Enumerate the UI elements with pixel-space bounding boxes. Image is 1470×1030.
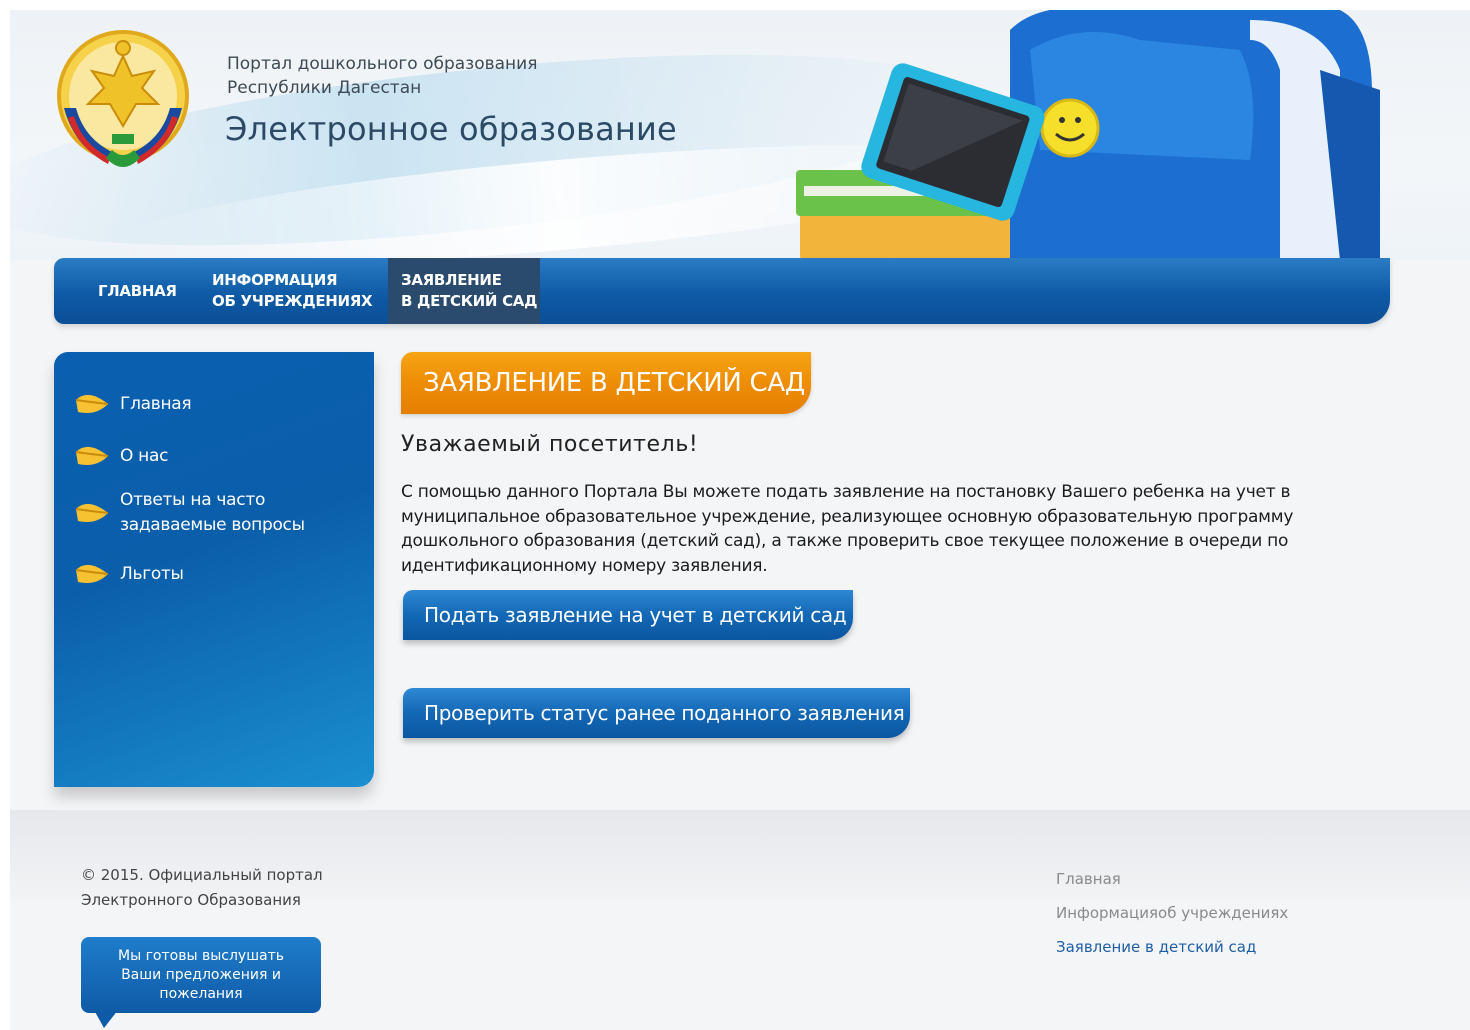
dagestan-emblem-icon	[57, 30, 189, 167]
nav-kindergarten-application[interactable]: ЗАЯВЛЕНИЕ В ДЕТСКИЙ САД	[388, 258, 540, 324]
header: Портал дошкольного образования Республик…	[10, 10, 1470, 260]
portal-subtitle-line1: Портал дошкольного образования	[227, 54, 538, 74]
portal-title: Электронное образование	[225, 110, 677, 148]
nav-home[interactable]: ГЛАВНАЯ	[98, 258, 177, 324]
sidebar-item-label: О нас	[120, 445, 169, 466]
leaf-icon	[75, 446, 109, 465]
portal-subtitle: Портал дошкольного образования Республик…	[227, 52, 647, 100]
nav-apply-label-line2: В ДЕТСКИЙ САД	[401, 292, 538, 310]
leaf-icon	[75, 503, 109, 522]
leaf-icon	[75, 564, 109, 583]
feedback-button[interactable]: Мы готовы выслушать Ваши предложения и п…	[81, 937, 321, 1013]
sidebar: Главная О нас Ответы на часто задаваемые…	[54, 352, 374, 787]
page: Портал дошкольного образования Республик…	[10, 10, 1470, 1030]
nav-info-label-line1: ИНФОРМАЦИЯ	[212, 271, 338, 289]
intro-paragraph: С помощью данного Портала Вы можете пода…	[401, 482, 1294, 576]
backpack-tablet-illustration	[796, 10, 1380, 260]
nav-apply-label-line1: ЗАЯВЛЕНИЕ	[401, 271, 502, 289]
submit-application-button[interactable]: Подать заявление на учет в детский сад	[403, 590, 853, 640]
feedback-bubble-tail	[94, 1010, 118, 1028]
sidebar-item-about[interactable]: О нас	[74, 442, 168, 470]
sidebar-faq-line2: задаваемые вопросы	[120, 515, 305, 535]
sidebar-item-home[interactable]: Главная	[74, 390, 192, 418]
sidebar-faq-line1: Ответы на часто	[120, 490, 266, 510]
nav-institutions-info[interactable]: ИНФОРМАЦИЯ ОБ УЧРЕЖДЕНИЯХ	[212, 258, 373, 324]
sidebar-item-benefits[interactable]: Льготы	[74, 560, 184, 588]
footer-link-application[interactable]: Заявление в детский сад	[1056, 938, 1256, 956]
copyright-line2: Электронного Образования	[81, 891, 301, 909]
sidebar-item-label: Льготы	[120, 563, 184, 584]
nav-info-label-line2: ОБ УЧРЕЖДЕНИЯХ	[212, 292, 373, 310]
copyright: © 2015. Официальный портал Электронного …	[81, 863, 381, 913]
sidebar-item-label: Ответы на часто задаваемые вопросы	[120, 488, 305, 538]
main-navigation: ГЛАВНАЯ ИНФОРМАЦИЯ ОБ УЧРЕЖДЕНИЯХ ЗАЯВЛЕ…	[54, 258, 1390, 324]
leaf-icon	[75, 394, 109, 413]
check-status-button[interactable]: Проверить статус ранее поданного заявлен…	[403, 688, 910, 738]
footer-link-institutions[interactable]: Информацияоб учреждениях	[1056, 904, 1288, 922]
copyright-line1: © 2015. Официальный портал	[81, 866, 323, 884]
sidebar-item-label: Главная	[120, 393, 192, 414]
portal-subtitle-line2: Республики Дагестан	[227, 78, 422, 98]
nav-home-label: ГЛАВНАЯ	[98, 281, 177, 300]
sidebar-item-faq[interactable]: Ответы на часто задаваемые вопросы	[74, 488, 305, 538]
section-title: ЗАЯВЛЕНИЕ В ДЕТСКИЙ САД	[401, 352, 811, 414]
greeting-heading: Уважаемый посетитель!	[401, 432, 699, 457]
footer-link-home[interactable]: Главная	[1056, 870, 1121, 888]
